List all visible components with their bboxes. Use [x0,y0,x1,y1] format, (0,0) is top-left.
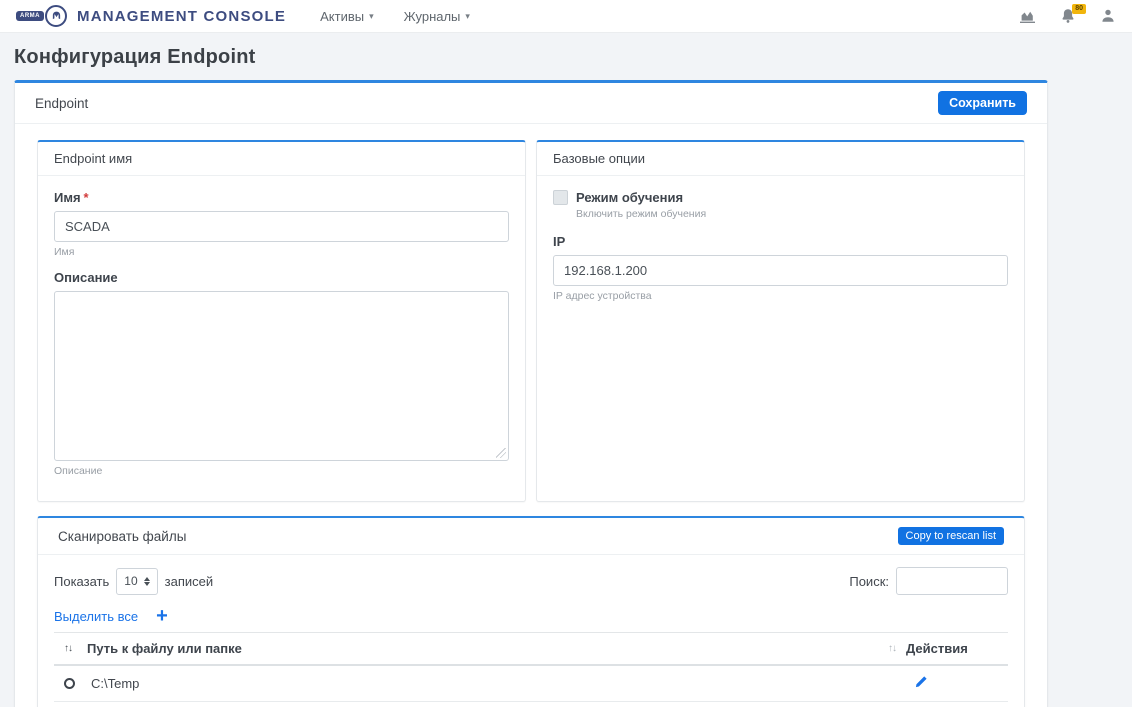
dashboard-chart-icon[interactable] [1019,9,1036,24]
nav-item-assets[interactable]: Активы ▾ [320,9,374,24]
learning-mode-help-text: Включить режим обучения [576,208,1008,220]
search-control: Поиск: [849,567,1008,595]
nav-item-logs[interactable]: Журналы ▾ [404,9,470,24]
scan-files-body: Показать 10 записей Поиск: [38,555,1024,707]
actions-column-label: Действия [906,641,968,656]
show-label: Показать [54,574,109,589]
page-title: Конфигурация Endpoint [14,46,1118,69]
name-input[interactable] [54,211,509,242]
copy-to-rescan-button[interactable]: Copy to rescan list [898,527,1004,545]
app-root: ARMA MANAGEMENT CONSOLE Активы ▾ Журналы… [0,0,1132,707]
add-path-button[interactable]: + [156,606,168,626]
search-label: Поиск: [849,574,889,589]
resize-grip-icon[interactable] [496,448,506,458]
notifications-bell-icon[interactable]: 80 [1060,8,1076,24]
topbar-actions: 80 [1019,8,1116,24]
description-help-text: Описание [54,465,509,477]
row-select-circle-icon[interactable] [64,678,75,689]
sort-icon[interactable]: ↑↓ [64,643,72,654]
chevron-down-icon: ▾ [369,11,374,22]
main-nav: Активы ▾ Журналы ▾ [320,9,470,24]
path-column-label: Путь к файлу или папке [87,641,242,656]
chevron-down-icon: ▾ [465,11,470,22]
sort-icon[interactable]: ↑↓ [888,643,896,654]
endpoint-card: Endpoint Сохранить Endpoint имя Имя* [14,80,1048,707]
panels-row: Endpoint имя Имя* Имя Описание [37,140,1025,502]
endpoint-card-body: Endpoint имя Имя* Имя Описание [15,124,1047,707]
save-button[interactable]: Сохранить [938,91,1027,115]
table-row[interactable]: C:\Temp [54,666,1008,702]
endpoint-name-panel: Endpoint имя Имя* Имя Описание [37,140,526,502]
scan-files-card: Сканировать файлы Copy to rescan list По… [37,516,1025,707]
learning-mode-checkbox[interactable] [553,190,568,205]
nav-assets-label: Активы [320,9,364,24]
endpoint-name-panel-body: Имя* Имя Описание Описание [38,176,525,501]
search-input[interactable] [896,567,1008,595]
column-header-path[interactable]: ↑↓ Путь к файлу или папке [64,641,888,656]
learning-mode-label: Режим обучения [576,190,683,205]
endpoint-card-title: Endpoint [35,96,88,111]
brand-title: MANAGEMENT CONSOLE [77,8,286,25]
user-profile-icon[interactable] [1100,8,1116,24]
name-label: Имя* [54,190,509,205]
paths-table: ↑↓ Путь к файлу или папке ↑↓ Действия [54,632,1008,702]
page-size-select[interactable]: 10 [116,568,157,595]
arma-logo-badge: ARMA [16,11,44,21]
description-label: Описание [54,270,509,285]
scan-files-header: Сканировать файлы Copy to rescan list [38,518,1024,555]
column-header-actions[interactable]: ↑↓ Действия [888,641,998,656]
table-header-row: ↑↓ Путь к файлу или папке ↑↓ Действия [54,633,1008,666]
page-content: Конфигурация Endpoint Endpoint Сохранить… [0,46,1132,707]
basic-options-panel-header: Базовые опции [537,142,1024,176]
top-navbar: ARMA MANAGEMENT CONSOLE Активы ▾ Журналы… [0,0,1132,33]
learning-mode-row: Режим обучения [553,190,1008,205]
table-controls-row: Показать 10 записей Поиск: [54,567,1008,595]
brand-logo[interactable]: ARMA MANAGEMENT CONSOLE [16,5,286,27]
scan-files-title: Сканировать файлы [58,529,186,544]
description-textarea[interactable] [54,291,509,461]
basic-options-panel: Базовые опции Режим обучения Включить ре… [536,140,1025,502]
page-size-value: 10 [124,574,137,588]
ip-label: IP [553,234,1008,249]
name-help-text: Имя [54,246,509,258]
page-size-control: Показать 10 записей [54,568,213,595]
arma-helmet-icon [45,5,67,27]
description-textarea-wrap [54,291,509,461]
endpoint-name-panel-header: Endpoint имя [38,142,525,176]
ip-field-block: IP IP адрес устройства [553,234,1008,302]
ip-help-text: IP адрес устройства [553,290,1008,302]
notification-badge: 80 [1072,4,1086,14]
nav-logs-label: Журналы [404,9,461,24]
endpoint-name-panel-title: Endpoint имя [54,151,132,166]
ip-input[interactable] [553,255,1008,286]
basic-options-panel-title: Базовые опции [553,151,645,166]
select-spinner-icon [144,577,150,586]
bulk-actions-row: Выделить все + [54,606,1008,626]
edit-pencil-icon[interactable] [914,675,928,689]
records-label: записей [165,574,213,589]
basic-options-panel-body: Режим обучения Включить режим обучения I… [537,176,1024,326]
required-asterisk: * [84,190,89,205]
actions-cell [888,675,998,692]
select-all-link[interactable]: Выделить все [54,609,138,624]
path-cell: C:\Temp [91,676,888,691]
endpoint-card-header: Endpoint Сохранить [15,83,1047,124]
